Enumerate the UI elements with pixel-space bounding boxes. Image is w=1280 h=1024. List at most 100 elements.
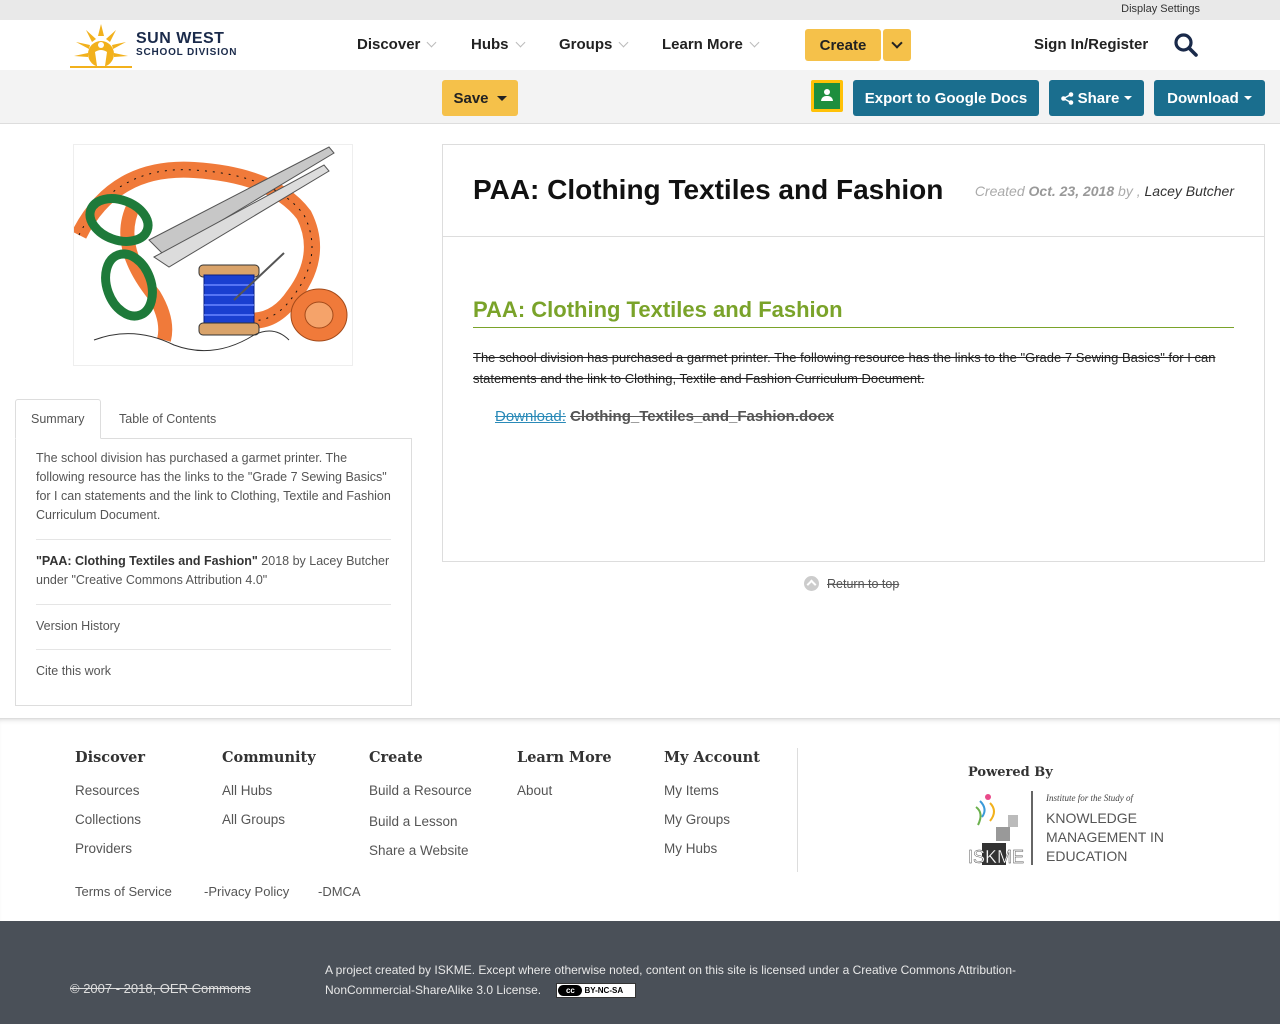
footer-link-build-lesson[interactable]: Build a Lesson	[369, 807, 472, 836]
footer-link-my-groups[interactable]: My Groups	[664, 805, 760, 834]
summary-tabs: Summary Table of Contents	[15, 399, 412, 439]
nav-learn-more-label: Learn More	[662, 36, 743, 53]
cc-mark: cc	[558, 985, 583, 997]
author-link[interactable]: Lacey Butcher	[1145, 183, 1235, 199]
sign-in-register-link[interactable]: Sign In/Register	[1034, 36, 1148, 53]
search-icon[interactable]	[1173, 32, 1199, 58]
footer-col-create: Create Build a Resource Build a Lesson S…	[369, 749, 472, 865]
footer-divider	[797, 748, 798, 872]
resource-content: PAA: Clothing Textiles and Fashion Creat…	[442, 144, 1265, 562]
nav-learn-more[interactable]: Learn More	[662, 36, 760, 53]
caret-down-icon	[496, 95, 507, 101]
footer-link-all-groups[interactable]: All Groups	[222, 805, 316, 834]
share-button[interactable]: Share	[1049, 80, 1144, 116]
footer-link-share-website[interactable]: Share a Website	[369, 836, 472, 865]
caret-down-icon	[1243, 96, 1252, 100]
copyright: © 2007 - 2018, OER Commons	[70, 981, 251, 996]
nav-hubs-label: Hubs	[471, 36, 509, 53]
export-google-docs-button[interactable]: Export to Google Docs	[853, 80, 1039, 116]
sewing-illustration	[71, 146, 348, 352]
download-line: Download: Clothing_Textiles_and_Fashion.…	[495, 408, 834, 425]
display-settings-link[interactable]: Display Settings	[1121, 3, 1200, 15]
chevron-down-icon	[515, 37, 525, 48]
resource-toolbar: Save Export to Google Docs Share Downloa…	[0, 70, 1280, 124]
nav-groups-label: Groups	[559, 36, 613, 53]
footer-link-my-hubs[interactable]: My Hubs	[664, 834, 760, 863]
content-heading: PAA: Clothing Textiles and Fashion	[473, 297, 1234, 328]
footer-col-title: Discover	[75, 749, 146, 766]
footer-link-providers[interactable]: Providers	[75, 834, 145, 863]
sun-logo-icon	[70, 24, 132, 68]
logo-line1: SUN WEST	[136, 30, 225, 47]
footer-col-discover: Discover Resources Collections Providers	[75, 749, 145, 863]
site-logo[interactable]: SUN WEST SCHOOL DIVISION	[70, 20, 237, 70]
footer-col-title: Community	[222, 749, 316, 766]
download-button[interactable]: Download	[1154, 80, 1265, 116]
download-filename: Clothing_Textiles_and_Fashion.docx	[570, 408, 834, 425]
download-file-link[interactable]: Download:	[495, 408, 566, 425]
footer-col-title: Learn More	[517, 749, 612, 766]
create-dropdown-button[interactable]	[883, 29, 911, 61]
main-nav: SUN WEST SCHOOL DIVISION Discover Hubs G…	[0, 20, 1280, 70]
iskme-small-text: Institute for the Study of	[1045, 793, 1134, 803]
tab-table-of-contents[interactable]: Table of Contents	[104, 399, 231, 439]
cc-badge-text: BY-NC-SA	[584, 986, 624, 996]
chevron-down-icon	[426, 37, 437, 48]
cc-license-badge[interactable]: cc BY-NC-SA	[556, 983, 637, 999]
footer-col-community: Community All Hubs All Groups	[222, 749, 316, 834]
save-button[interactable]: Save	[442, 80, 518, 116]
cite-this-work-link[interactable]: Cite this work	[36, 650, 391, 694]
chevron-down-icon	[749, 37, 760, 48]
attribution-title: "PAA: Clothing Textiles and Fashion"	[36, 554, 258, 568]
chevron-down-icon	[618, 37, 629, 48]
created-info: Created Oct. 23, 2018 by , Lacey Butcher	[975, 183, 1234, 199]
iskme-mark-icon: ISKME	[968, 794, 1024, 867]
footer-link-about[interactable]: About	[517, 776, 612, 805]
iskme-mark-text: ISKME	[968, 847, 1024, 867]
iskme-line3: EDUCATION	[1046, 848, 1127, 864]
utility-bar: Display Settings	[0, 0, 1280, 20]
nav-groups[interactable]: Groups	[559, 36, 629, 53]
arrow-up-icon	[804, 576, 819, 591]
caret-down-icon	[1124, 96, 1133, 100]
share-label: Share	[1077, 89, 1120, 107]
footer: Discover Resources Collections Providers…	[0, 718, 1280, 921]
create-button[interactable]: Create	[805, 29, 881, 61]
google-classroom-icon[interactable]	[811, 80, 843, 112]
footer-col-title: My Account	[664, 749, 760, 766]
footer-link-my-items[interactable]: My Items	[664, 776, 760, 805]
version-history-link[interactable]: Version History	[36, 605, 391, 650]
project-license-text: A project created by ISKME. Except where…	[325, 960, 1085, 1000]
return-to-top-label: Return to top	[827, 576, 900, 591]
iskme-line1: KNOWLEDGE	[1046, 810, 1137, 826]
nav-discover-label: Discover	[357, 36, 421, 53]
footer-link-collections[interactable]: Collections	[75, 805, 145, 834]
dmca-link[interactable]: -DMCA	[318, 884, 361, 899]
save-label: Save	[453, 89, 489, 107]
created-label: Created	[974, 183, 1029, 199]
tab-summary[interactable]: Summary	[15, 399, 101, 439]
nav-hubs[interactable]: Hubs	[471, 36, 525, 53]
footer-link-all-hubs[interactable]: All Hubs	[222, 776, 316, 805]
created-date: Oct. 23, 2018	[1028, 183, 1115, 199]
footer-col-learn-more: Learn More About	[517, 749, 612, 805]
iskme-logo[interactable]: ISKME Institute for the Study of KNOWLED…	[968, 791, 1170, 867]
cite-label: Cite this work	[36, 664, 112, 678]
content-body: The school division has purchased a garm…	[473, 350, 1216, 386]
powered-by-label: Powered By	[968, 765, 1053, 780]
footer-link-build-resource[interactable]: Build a Resource	[369, 776, 472, 805]
created-by: by ,	[1114, 183, 1145, 199]
download-label: Download	[1167, 89, 1239, 107]
page-title: PAA: Clothing Textiles and Fashion	[473, 174, 944, 205]
logo-line2: SCHOOL DIVISION	[136, 47, 238, 58]
terms-of-service-link[interactable]: Terms of Service	[75, 884, 172, 899]
footer-link-resources[interactable]: Resources	[75, 776, 145, 805]
footer-col-my-account: My Account My Items My Groups My Hubs	[664, 749, 760, 863]
return-to-top-link[interactable]: Return to top	[804, 576, 899, 591]
license-text: A project created by ISKME. Except where…	[325, 963, 1017, 997]
summary-panel: The school division has purchased a garm…	[15, 438, 412, 706]
privacy-policy-link[interactable]: -Privacy Policy	[204, 884, 289, 899]
summary-text: The school division has purchased a garm…	[36, 439, 391, 540]
nav-discover[interactable]: Discover	[357, 36, 437, 53]
share-icon	[1060, 91, 1073, 105]
